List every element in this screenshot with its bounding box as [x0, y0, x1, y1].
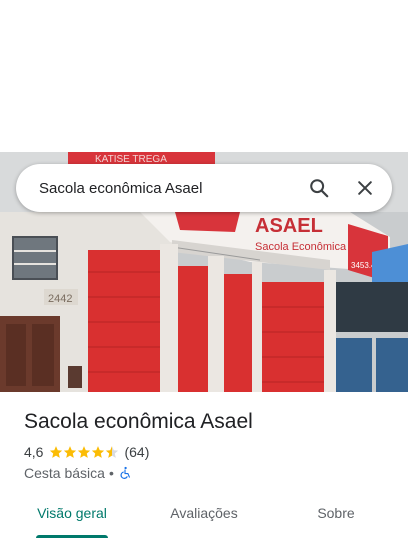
search-icon	[310, 179, 329, 198]
separator: •	[108, 465, 114, 481]
search-button[interactable]	[302, 171, 336, 205]
star-icon	[92, 446, 105, 458]
search-input[interactable]: Sacola econômica Asael	[39, 180, 290, 197]
review-count[interactable]: (64)	[124, 444, 149, 460]
rating-row[interactable]: 4,6 (64)	[24, 444, 149, 460]
category-label[interactable]: Cesta básica	[24, 465, 105, 481]
sign-text: ASAEL	[255, 215, 323, 237]
tab-reviews-label: Avaliações	[170, 505, 238, 521]
place-title: Sacola econômica Asael	[24, 410, 253, 433]
street-number: 2442	[48, 293, 72, 305]
star-rating	[49, 445, 119, 459]
tab-about-label: Sobre	[317, 505, 355, 521]
sign-subtitle: Sacola Econômica	[255, 241, 347, 253]
rating-value: 4,6	[24, 444, 44, 460]
place-info-panel: Sacola econômica Asael 4,6 (64) Cesta bá…	[0, 392, 408, 544]
tab-about[interactable]: Sobre	[264, 502, 408, 544]
star-icon	[64, 446, 77, 458]
search-bar[interactable]: Sacola econômica Asael	[16, 164, 392, 212]
active-tab-indicator	[36, 535, 108, 538]
close-icon	[358, 181, 372, 195]
map-blank-area	[0, 0, 408, 152]
category-row: Cesta básica •	[24, 465, 132, 481]
star-half-icon	[106, 446, 119, 458]
star-icon	[50, 446, 63, 458]
wheelchair-icon	[120, 466, 130, 479]
tab-overview[interactable]: Visão geral	[0, 502, 144, 544]
tab-reviews[interactable]: Avaliações	[144, 502, 264, 544]
clear-search-button[interactable]	[348, 171, 382, 205]
star-icon	[78, 446, 91, 458]
tab-bar: Visão geral Avaliações Sobre	[0, 502, 408, 544]
tab-overview-label: Visão geral	[37, 505, 107, 521]
